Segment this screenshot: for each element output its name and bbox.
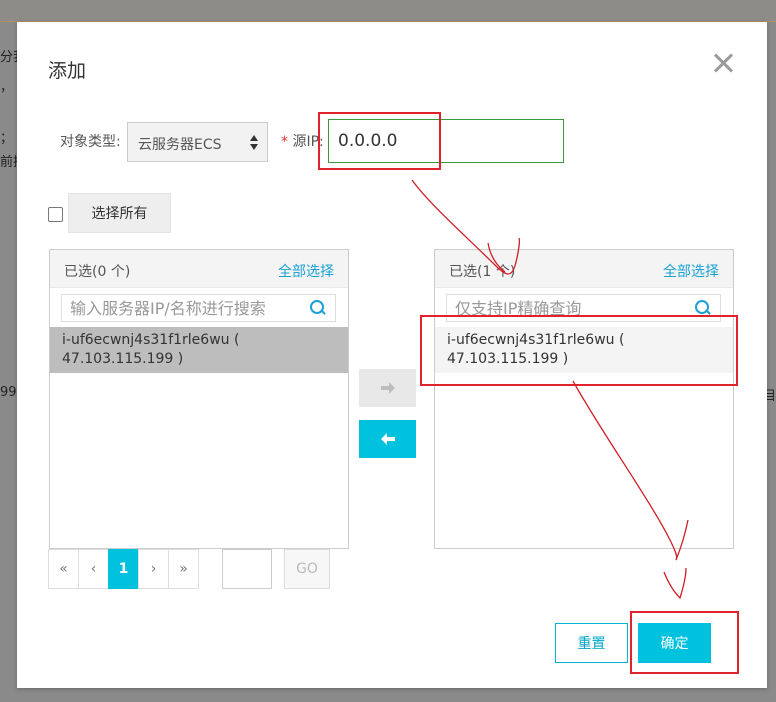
move-left-button[interactable] xyxy=(359,420,416,458)
select-all-button[interactable]: 选择所有 xyxy=(68,193,171,233)
reset-button[interactable]: 重置 xyxy=(555,623,628,663)
last-page-button[interactable]: » xyxy=(168,549,199,589)
search-icon[interactable] xyxy=(309,299,327,317)
arrow-left-icon xyxy=(380,433,395,445)
server-search-input[interactable] xyxy=(62,295,302,321)
server-id: i-uf6ecwnj4s31f1rle6wu ( xyxy=(447,332,625,348)
close-x-icon[interactable] xyxy=(710,50,736,76)
server-list-item[interactable]: i-uf6ecwnj4s31f1rle6wu ( 47.103.115.199 … xyxy=(435,327,733,373)
server-ip: 47.103.115.199 ) xyxy=(62,351,184,367)
source-ip-input[interactable] xyxy=(328,119,564,163)
server-list-item[interactable]: i-uf6ecwnj4s31f1rle6wu ( 47.103.115.199 … xyxy=(50,327,348,373)
dialog-title: 添加 xyxy=(48,60,87,82)
page-1-button[interactable]: 1 xyxy=(108,549,139,589)
available-servers-panel: 已选(0 个) 全部选择 i-uf6ecwnj4s31f1rle6wu ( 47… xyxy=(49,249,349,549)
background-header xyxy=(0,0,776,22)
source-ip-label: * 源IP: xyxy=(281,131,324,151)
object-type-value: 云服务器ECS xyxy=(138,137,222,153)
select-all-link[interactable]: 全部选择 xyxy=(278,261,334,281)
panel-header: 已选(1 个) 全部选择 xyxy=(435,250,733,288)
prev-page-button[interactable]: ‹ xyxy=(78,549,109,589)
first-page-button[interactable]: « xyxy=(48,549,79,589)
selected-count: 已选(0 个) xyxy=(64,264,131,280)
server-id: i-uf6ecwnj4s31f1rle6wu ( xyxy=(62,332,240,348)
server-ip: 47.103.115.199 ) xyxy=(447,351,569,367)
confirm-button[interactable]: 确定 xyxy=(638,623,711,663)
selected-servers-panel: 已选(1 个) 全部选择 i-uf6ecwnj4s31f1rle6wu ( 47… xyxy=(434,249,734,549)
background-text: 99 xyxy=(0,385,17,400)
search-icon[interactable] xyxy=(694,299,712,317)
ip-search-input[interactable] xyxy=(447,295,687,321)
arrow-right-icon xyxy=(380,382,395,394)
object-type-label: 对象类型: xyxy=(60,134,121,150)
select-arrows-icon xyxy=(250,135,258,151)
required-mark: * xyxy=(281,134,288,150)
ip-search-box xyxy=(446,294,721,322)
pagination: « ‹ 1 › » xyxy=(48,549,199,589)
page-number-input[interactable] xyxy=(222,549,272,589)
object-type-select[interactable]: 云服务器ECS xyxy=(127,122,268,162)
select-all-checkbox[interactable] xyxy=(48,207,63,222)
next-page-button[interactable]: › xyxy=(138,549,169,589)
selected-count: 已选(1 个) xyxy=(449,264,516,280)
server-search-box xyxy=(61,294,336,322)
source-ip-label-text: 源IP: xyxy=(292,134,324,150)
move-right-button[interactable] xyxy=(359,369,416,407)
background-text: ； xyxy=(0,131,14,146)
add-dialog: 添加 对象类型: 云服务器ECS * 源IP: 选择所有 已选(0 个) 全部选… xyxy=(17,22,767,688)
panel-header: 已选(0 个) 全部选择 xyxy=(50,250,348,288)
go-button[interactable]: GO xyxy=(284,549,330,589)
select-all-link[interactable]: 全部选择 xyxy=(663,261,719,281)
